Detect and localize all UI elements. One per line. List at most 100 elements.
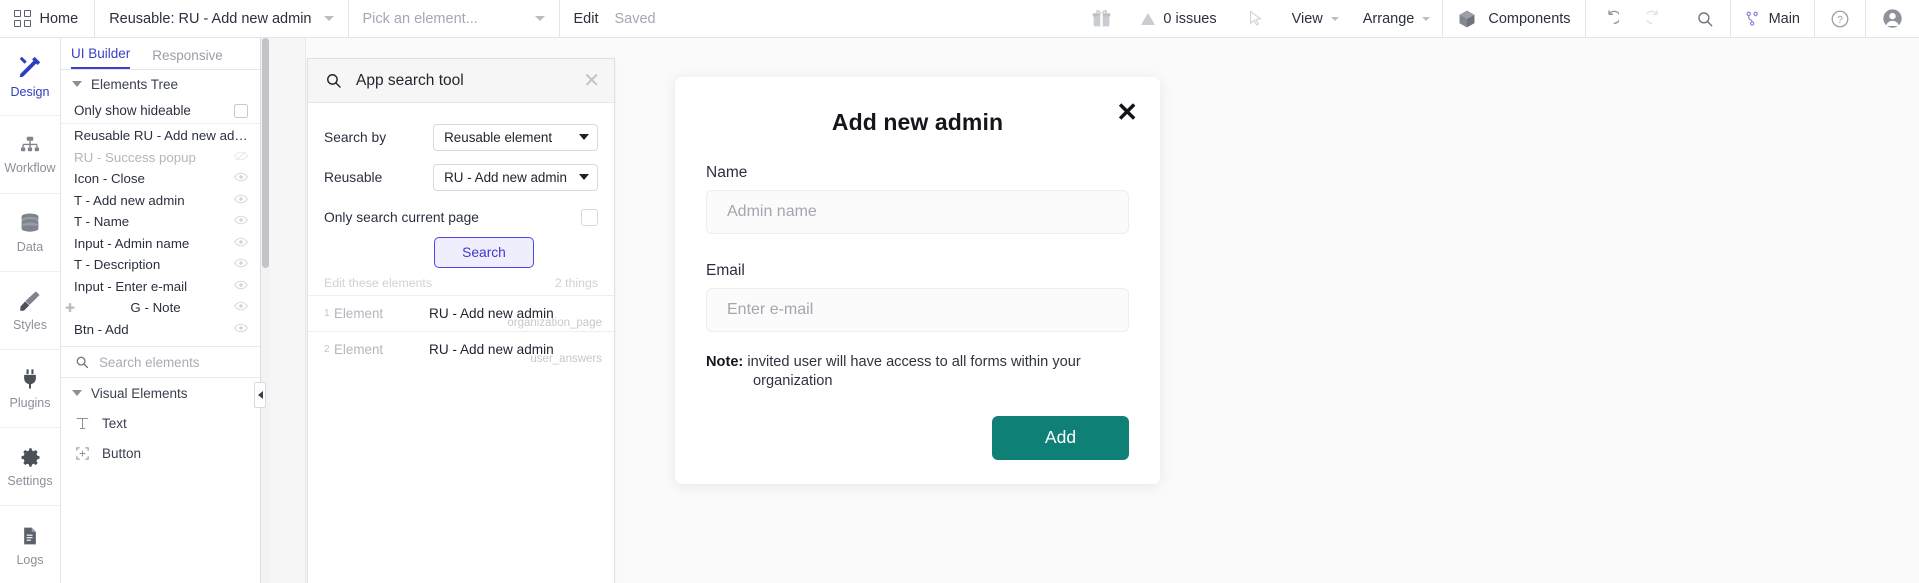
search-by-select[interactable]: Reusable element [433,123,598,151]
visibility-toggle[interactable] [234,213,248,230]
tab-responsive[interactable]: Responsive [152,48,223,69]
eye-icon[interactable] [234,321,248,335]
page-selector[interactable]: Reusable: RU - Add new admin [95,0,347,37]
arrange-menu[interactable]: Arrange [1351,0,1443,37]
search-button[interactable] [1680,0,1730,37]
search-button[interactable]: Search [434,237,534,268]
reusable-select[interactable]: RU - Add new admin [433,163,598,191]
issues-button[interactable]: 0 issues [1126,0,1230,37]
result-kind: Element [334,342,384,357]
components-button[interactable]: Components [1443,0,1584,37]
search-result-row[interactable]: 1 Element RU - Add new admin organization_p… [308,295,614,331]
only-current-page-checkbox[interactable] [581,208,598,226]
tab-ui-builder[interactable]: UI Builder [71,46,131,69]
sidebar-item-design[interactable]: Design [0,38,60,116]
note-prefix: Note: [706,354,744,370]
tree-node[interactable]: Btn - Add [61,319,260,341]
design-icon [19,56,41,78]
visibility-toggle[interactable] [234,170,248,187]
tree-node-label: Reusable RU - Add new admin [74,128,248,144]
eye-icon[interactable] [234,192,248,206]
left-rail: Design Workflow Data Styles Plugins Sett… [0,38,61,583]
element-picker[interactable]: Pick an element... [349,0,559,37]
eye-icon[interactable] [234,213,248,227]
visibility-toggle[interactable] [234,299,248,316]
add-new-admin-modal: ✕ Add new admin Name Admin name Email En… [675,77,1160,484]
page-selector-value: Reusable: RU - Add new admin [109,10,312,27]
app-search-tool-body: Search by Reusable element Reusable RU -… [308,103,614,268]
sidebar-item-styles[interactable]: Styles [0,272,60,350]
palette-item-button[interactable]: Button [61,438,260,468]
visual-elements-header[interactable]: Visual Elements [61,378,260,408]
sidebar-item-workflow[interactable]: Workflow [0,116,60,194]
reusable-row: Reusable RU - Add new admin [324,157,598,197]
branch-button[interactable]: Main [1731,0,1814,37]
eye-icon[interactable] [234,299,248,313]
element-picker-value: Pick an element... [362,10,478,27]
gift-button[interactable] [1077,0,1126,37]
only-current-page-label: Only search current page [324,209,479,225]
edit-button[interactable]: Edit [574,11,599,27]
sidebar-item-label: Data [16,240,44,254]
search-result-row[interactable]: 2 Element RU - Add new admin user_answers [308,331,614,367]
name-input[interactable]: Admin name [706,190,1129,234]
sidebar-item-label: Logs [16,552,44,567]
tree-node[interactable]: ✚ G - Note [61,297,260,319]
tree-node[interactable]: T - Add new admin [61,190,260,212]
eye-icon[interactable] [234,170,248,184]
panel-collapse-handle[interactable] [254,382,266,408]
visibility-toggle[interactable] [234,149,248,166]
bubble-editor: Home Reusable: RU - Add new admin Pick a… [0,0,1919,583]
tree-node[interactable]: Icon - Close [61,168,260,190]
sidebar-item-settings[interactable]: Settings [0,428,60,506]
add-button[interactable]: Add [992,415,1129,460]
sidebar-item-label: Settings [7,473,53,488]
visibility-toggle[interactable] [234,256,248,273]
settings-icon [20,447,40,467]
only-current-page-row: Only search current page [324,197,598,237]
undo-button[interactable] [1586,0,1633,37]
sidebar-item-label: Plugins [9,396,51,410]
only-show-hideable-row[interactable]: Only show hideable [61,98,260,124]
sidebar-item-logs[interactable]: Logs [0,506,60,583]
email-input[interactable]: Enter e-mail [706,288,1129,332]
tree-node-label: Input - Enter e-mail [74,278,188,294]
tree-node-label: G - Note [130,300,181,316]
redo-button[interactable] [1633,0,1680,37]
sidebar-item-data[interactable]: Data [0,194,60,272]
home-button[interactable]: Home [0,0,94,37]
visibility-toggle[interactable] [234,321,248,338]
canvas-scrollbar[interactable] [261,38,270,583]
close-icon[interactable]: ✕ [1116,99,1138,125]
tree-node[interactable]: T - Name [61,211,260,233]
tree-node-label: T - Add new admin [74,192,185,208]
result-location: user_answers [530,353,602,365]
visibility-toggle[interactable] [234,235,248,252]
tree-node[interactable]: Reusable RU - Add new admin [61,125,260,147]
eye-icon[interactable] [234,278,248,292]
expand-plus-icon[interactable]: ✚ [65,301,75,315]
palette-item-text[interactable]: Text [61,408,260,438]
tree-node[interactable]: Input - Admin name [61,233,260,255]
eye-icon[interactable] [234,256,248,270]
visibility-toggle[interactable] [234,278,248,295]
edit-these-elements-hint: Edit these elements [324,276,433,290]
only-show-hideable-checkbox[interactable] [234,103,248,118]
close-icon[interactable]: ✕ [583,71,600,91]
search-elements-field[interactable]: Search elements [61,346,260,378]
elements-tree-header[interactable]: Elements Tree [61,70,260,98]
tree-node[interactable]: T - Description [61,254,260,276]
sidebar-item-plugins[interactable]: Plugins [0,350,60,428]
help-button[interactable]: ? [1815,0,1865,37]
tree-node[interactable]: RU - Success popup [61,147,260,169]
eye-icon[interactable] [234,235,248,249]
result-location: organization_page [507,317,602,329]
name-label: Name [706,164,748,181]
avatar[interactable] [1866,0,1919,37]
eye-off-icon[interactable] [234,149,248,163]
cursor-button[interactable] [1231,0,1280,37]
tree-node[interactable]: Input - Enter e-mail [61,276,260,298]
visibility-toggle[interactable] [234,192,248,209]
view-menu[interactable]: View [1280,0,1351,37]
